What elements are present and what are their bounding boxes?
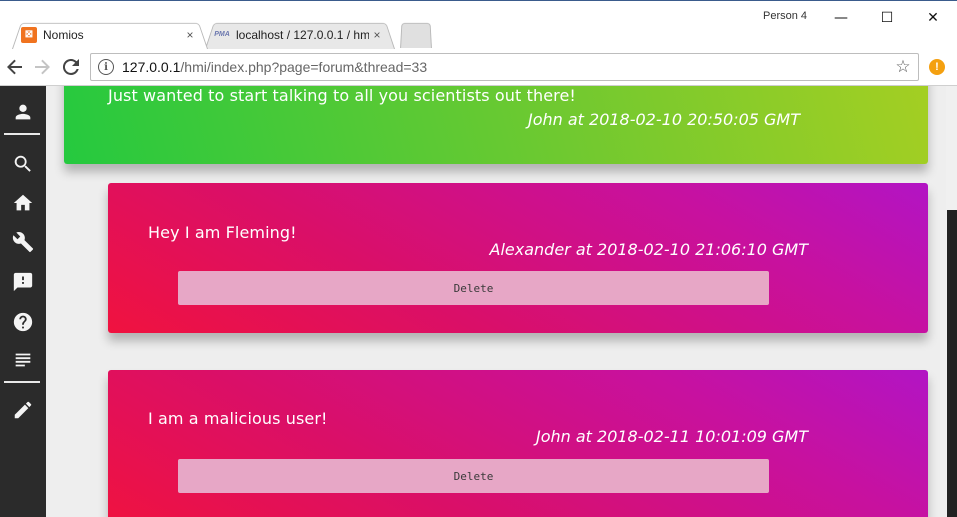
reload-button[interactable]	[60, 56, 82, 78]
delete-post-button[interactable]: Delete	[178, 271, 769, 305]
close-tab-icon[interactable]: ×	[182, 28, 198, 42]
subject-icon	[15, 353, 31, 367]
forum-post: Hey I am Fleming! Alexander at 2018-02-1…	[108, 183, 928, 333]
browser-window: ⊠ Nomios × PMA localhost / 127.0.0.1 / h…	[0, 0, 957, 517]
person-icon	[15, 104, 31, 120]
search-icon	[14, 155, 31, 172]
sidebar-item-search[interactable]	[0, 146, 46, 182]
sidebar-item-edit[interactable]	[0, 392, 46, 428]
sidebar-item-settings[interactable]	[0, 224, 46, 260]
post-author-timestamp: John at 2018-02-10 20:50:05 GMT	[527, 110, 800, 129]
tab-title: localhost / 127.0.0.1 / hm	[236, 27, 369, 42]
close-tab-icon[interactable]: ×	[369, 28, 385, 42]
post-text: I am a malicious user!	[148, 409, 328, 428]
scrollbar-thumb[interactable]	[947, 210, 957, 517]
profile-label[interactable]: Person 4	[763, 10, 807, 22]
post-author-timestamp: John at 2018-02-11 10:01:09 GMT	[535, 427, 808, 446]
tab-phpmyadmin[interactable]: PMA localhost / 127.0.0.1 / hm ×	[205, 20, 395, 49]
help-icon	[13, 312, 33, 332]
title-bar: ⊠ Nomios × PMA localhost / 127.0.0.1 / h…	[0, 0, 957, 49]
browser-toolbar: i 127.0.0.1/hmi/index.php?page=forum&thr…	[0, 48, 957, 86]
maximize-button[interactable]: ☐	[864, 3, 910, 33]
page-scrollbar[interactable]	[946, 86, 957, 517]
pencil-icon	[14, 401, 32, 419]
post-text: Hey I am Fleming!	[148, 223, 297, 242]
forum-post: Just wanted to start talking to all you …	[64, 86, 928, 164]
phpmyadmin-icon: PMA	[214, 31, 230, 38]
sidebar-divider	[4, 133, 40, 135]
tab-nomios[interactable]: ⊠ Nomios ×	[12, 20, 208, 49]
tab-title: Nomios	[43, 27, 84, 42]
post-text: Just wanted to start talking to all you …	[108, 86, 576, 105]
back-button[interactable]	[4, 56, 26, 78]
sidebar-item-forum[interactable]	[0, 342, 46, 378]
feedback-icon	[13, 272, 33, 292]
wrench-icon	[12, 232, 34, 253]
bookmark-star-icon[interactable]: ☆	[892, 57, 914, 77]
forum-post: I am a malicious user! John at 2018-02-1…	[108, 370, 928, 517]
sidebar-item-help[interactable]	[0, 304, 46, 340]
forward-button[interactable]	[31, 56, 53, 78]
sidebar-divider	[4, 381, 40, 383]
url-text[interactable]: 127.0.0.1/hmi/index.php?page=forum&threa…	[122, 59, 892, 75]
info-icon[interactable]: i	[98, 59, 114, 75]
reload-icon	[63, 59, 79, 75]
sidebar-item-profile[interactable]	[0, 94, 46, 130]
sidebar	[0, 86, 46, 517]
url-host: 127.0.0.1	[122, 59, 181, 75]
forum-thread: Just wanted to start talking to all you …	[46, 86, 946, 517]
arrow-left-icon	[7, 59, 22, 75]
close-window-button[interactable]: ✕	[910, 3, 956, 33]
sidebar-item-home[interactable]	[0, 185, 46, 221]
url-path: /hmi/index.php?page=forum&thread=33	[180, 59, 428, 75]
xampp-icon: ⊠	[21, 26, 37, 43]
new-tab-button[interactable]	[400, 20, 432, 49]
address-bar[interactable]: i 127.0.0.1/hmi/index.php?page=forum&thr…	[90, 53, 919, 81]
home-icon	[13, 194, 33, 211]
delete-post-button[interactable]: Delete	[178, 459, 769, 493]
sidebar-item-report[interactable]	[0, 264, 46, 300]
extension-alert-icon[interactable]: !	[929, 59, 945, 75]
arrow-right-icon	[35, 59, 50, 75]
post-author-timestamp: Alexander at 2018-02-10 21:06:10 GMT	[489, 240, 808, 259]
minimize-button[interactable]: —	[818, 3, 864, 33]
